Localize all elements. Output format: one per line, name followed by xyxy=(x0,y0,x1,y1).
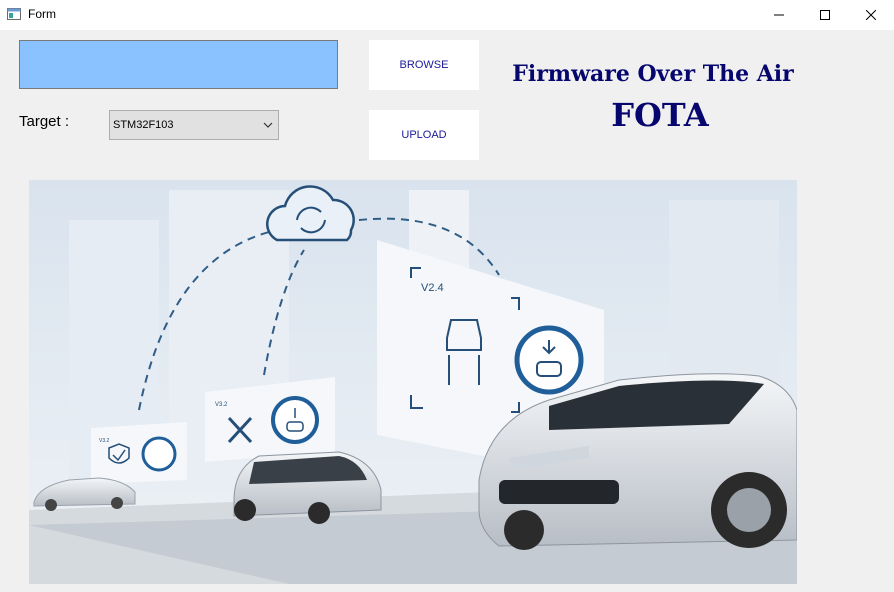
file-path-field[interactable] xyxy=(19,40,338,89)
target-label: Target : xyxy=(19,113,70,130)
download-progress-icon xyxy=(141,436,177,472)
version-badge-text: V3.2 xyxy=(215,402,228,408)
target-select[interactable]: STM32F103 xyxy=(109,110,279,140)
chevron-down-icon xyxy=(263,122,273,128)
close-icon xyxy=(866,10,876,20)
minimize-icon xyxy=(774,14,784,16)
illustration: V2.4 V3.2 V3.2 xyxy=(29,180,797,584)
download-progress-icon xyxy=(271,396,319,444)
heading-fota: FOTA xyxy=(611,96,709,134)
version-badge-text: V3.2 xyxy=(99,438,110,444)
target-select-value: STM32F103 xyxy=(113,119,174,131)
browse-button[interactable]: BROWSE xyxy=(369,40,479,90)
close-button[interactable] xyxy=(848,0,894,30)
upload-button[interactable]: UPLOAD xyxy=(369,110,479,160)
version-badge-text: V2.4 xyxy=(421,282,444,294)
update-panel-small: V3.2 xyxy=(91,422,187,484)
window-title: Form xyxy=(28,7,56,21)
app-icon xyxy=(7,8,21,20)
heading-title: Firmware Over The Air xyxy=(512,61,794,87)
maximize-button[interactable] xyxy=(802,0,848,30)
download-progress-icon xyxy=(514,325,584,395)
minimize-button[interactable] xyxy=(756,0,802,30)
update-panel-medium: V3.2 xyxy=(205,377,335,462)
maximize-icon xyxy=(820,10,830,20)
title-bar: Form xyxy=(0,0,894,30)
